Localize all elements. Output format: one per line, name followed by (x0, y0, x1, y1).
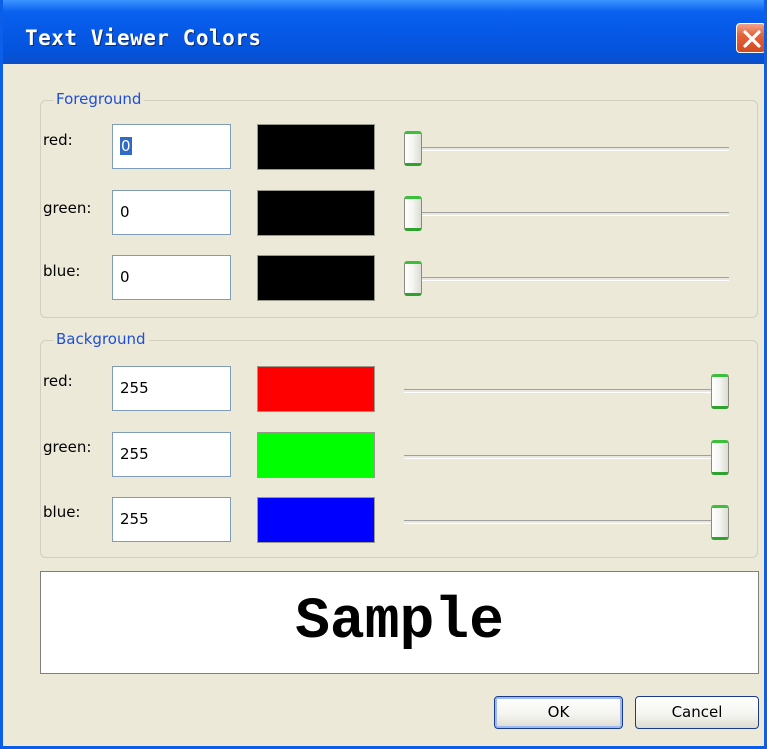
title-bar[interactable]: Text Viewer Colors (3, 0, 764, 64)
fg-red-label: red: (43, 131, 73, 149)
window-title: Text Viewer Colors (25, 26, 262, 50)
bg-green-input[interactable]: 255 (112, 432, 231, 477)
fg-blue-label: blue: (43, 262, 81, 280)
fg-green-value: 0 (120, 203, 130, 221)
fg-red-swatch (257, 124, 375, 170)
sample-text: Sample (295, 590, 504, 655)
background-legend: Background (53, 330, 149, 348)
bg-green-value: 255 (120, 445, 149, 463)
ok-button[interactable]: OK (494, 696, 623, 729)
fg-blue-swatch (257, 255, 375, 301)
bg-red-slider-track[interactable] (404, 389, 729, 393)
fg-blue-slider-track[interactable] (404, 277, 729, 281)
fg-green-slider-thumb[interactable] (404, 196, 422, 231)
fg-red-slider-track[interactable] (404, 147, 729, 151)
bg-red-value: 255 (120, 379, 149, 397)
dialog-window: Text Viewer Colors Foreground red: 0 gre… (0, 0, 767, 749)
fg-green-input[interactable]: 0 (112, 190, 231, 235)
bg-blue-swatch (257, 497, 375, 543)
close-button[interactable] (736, 23, 764, 53)
fg-blue-input[interactable]: 0 (112, 255, 231, 300)
bg-red-swatch (257, 366, 375, 412)
bg-green-swatch (257, 432, 375, 478)
bg-green-slider-track[interactable] (404, 455, 729, 459)
foreground-legend: Foreground (53, 90, 145, 108)
bg-blue-slider-thumb[interactable] (711, 505, 729, 540)
bg-red-input[interactable]: 255 (112, 366, 231, 411)
fg-green-slider-track[interactable] (404, 212, 729, 216)
bg-green-slider-thumb[interactable] (711, 440, 729, 475)
bg-blue-input[interactable]: 255 (112, 497, 231, 542)
fg-green-label: green: (43, 199, 92, 217)
bg-blue-value: 255 (120, 510, 149, 528)
bg-red-slider-thumb[interactable] (711, 374, 729, 409)
fg-red-value: 0 (120, 137, 132, 155)
fg-blue-value: 0 (120, 268, 130, 286)
bg-blue-slider-track[interactable] (404, 520, 729, 524)
cancel-button[interactable]: Cancel (635, 696, 759, 729)
bg-blue-label: blue: (43, 503, 81, 521)
fg-blue-slider-thumb[interactable] (404, 261, 422, 296)
fg-red-input[interactable]: 0 (112, 124, 231, 169)
sample-preview: Sample (40, 571, 759, 674)
fg-green-swatch (257, 190, 375, 236)
bg-red-label: red: (43, 372, 73, 390)
bg-green-label: green: (43, 438, 92, 456)
fg-red-slider-thumb[interactable] (404, 131, 422, 166)
close-icon (743, 30, 761, 48)
